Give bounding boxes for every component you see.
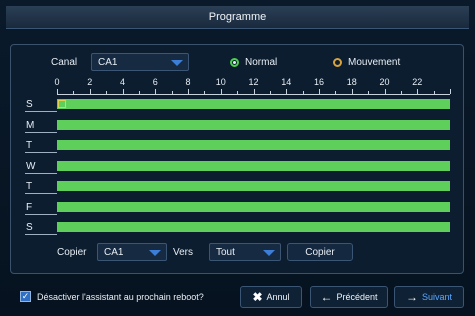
hour-axis: 0 2 4 6 8 10 12 14 16 18 20 22 — [11, 77, 463, 89]
channel-mode-row: Canal CA1 Normal Mouvement — [11, 53, 463, 73]
day-label: S — [26, 99, 33, 110]
motion-label: Mouvement — [348, 57, 401, 68]
copy-target-value: Tout — [216, 246, 235, 258]
hour-tick — [335, 91, 337, 94]
hour-label: 2 — [87, 77, 93, 87]
copy-button[interactable]: Copier — [287, 243, 353, 261]
hour-tick — [122, 89, 124, 94]
chevron-down-icon — [149, 250, 161, 256]
hour-label: 22 — [412, 77, 423, 87]
schedule-bar[interactable] — [57, 119, 450, 130]
hour-label: 0 — [54, 77, 60, 87]
disable-assistant-label: Désactiver l'assistant au prochain reboo… — [37, 292, 204, 302]
hour-tick — [269, 91, 271, 94]
day-separator — [25, 234, 57, 235]
hour-tick — [450, 89, 451, 94]
channel-select-value: CA1 — [98, 56, 118, 68]
hour-tick — [106, 91, 108, 94]
copy-label: Copier — [57, 247, 87, 258]
schedule-panel: Canal CA1 Normal Mouvement 0 2 4 6 8 10 12 14 16… — [10, 44, 464, 274]
day-label: T — [26, 181, 33, 192]
motion-radio[interactable] — [333, 58, 342, 67]
hour-label: 8 — [185, 77, 191, 87]
hour-label: 18 — [346, 77, 357, 87]
day-label: T — [26, 140, 33, 151]
hour-tick — [286, 89, 288, 94]
schedule-bar[interactable] — [57, 140, 450, 150]
hour-tick — [417, 89, 419, 94]
schedule-bar[interactable] — [57, 222, 450, 232]
arrow-left-icon: ← — [320, 290, 333, 304]
disable-assistant-checkbox[interactable]: ✓ — [20, 291, 31, 302]
hour-tick — [302, 91, 304, 94]
checkmark-icon: ✓ — [21, 291, 30, 301]
channel-label: Canal — [51, 57, 78, 68]
previous-button[interactable]: ← Précédent — [310, 286, 388, 308]
window-title: Programme — [208, 11, 267, 23]
hour-tick — [400, 91, 402, 94]
schedule-bar[interactable] — [57, 201, 450, 212]
day-separator — [25, 152, 57, 153]
hour-label: 16 — [313, 77, 325, 87]
day-label: S — [26, 222, 33, 233]
channel-select[interactable]: CA1 — [91, 53, 189, 71]
hour-tick — [57, 89, 58, 94]
hour-tick — [188, 89, 189, 94]
day-label: F — [26, 201, 33, 213]
hour-tick — [253, 89, 255, 94]
normal-label: Normal — [245, 57, 278, 68]
copy-to-label: Vers — [173, 247, 194, 258]
title-bar: Programme — [6, 6, 469, 29]
selected-cell-cursor — [58, 100, 66, 108]
copy-source-select[interactable]: CA1 — [97, 243, 167, 261]
day-separator — [25, 213, 57, 215]
hour-label: 20 — [379, 77, 390, 87]
copy-button-label: Copier — [305, 246, 335, 258]
hour-tick — [138, 91, 140, 94]
hour-tick — [237, 91, 239, 94]
hour-label: 14 — [281, 77, 292, 87]
hour-label: 10 — [215, 77, 226, 87]
previous-label: Précédent — [336, 292, 378, 302]
next-label: Suivant — [421, 292, 453, 302]
schedule-bar[interactable] — [57, 181, 450, 191]
next-button[interactable]: → Suivant — [394, 286, 464, 308]
cancel-button[interactable]: ✖ Annul — [240, 286, 302, 308]
footer-bar: ✓ Désactiver l'assistant au prochain reb… — [0, 282, 475, 310]
hour-tick — [220, 89, 222, 94]
hour-ticks — [57, 89, 451, 95]
schedule-bar[interactable] — [57, 99, 450, 109]
chevron-down-icon — [263, 250, 275, 256]
wizard-screen: Programme Canal CA1 Normal Mouvement 0 2 4… — [0, 0, 475, 316]
day-separator — [25, 193, 57, 194]
close-icon: ✖ — [252, 290, 263, 304]
copy-row: Copier CA1 Vers Tout Copier — [11, 243, 463, 263]
normal-radio[interactable] — [230, 58, 239, 67]
hour-tick — [89, 89, 91, 94]
hour-tick — [384, 89, 386, 94]
copy-source-value: CA1 — [104, 246, 124, 258]
day-label: W — [26, 160, 36, 172]
day-separator — [25, 111, 57, 112]
chevron-down-icon — [171, 60, 183, 66]
hour-tick — [155, 89, 157, 94]
arrow-right-icon: → — [405, 290, 418, 304]
cancel-label: Annul — [266, 292, 290, 302]
hour-tick — [351, 89, 353, 94]
day-separator — [25, 172, 57, 174]
hour-tick — [171, 91, 173, 94]
hour-label: 4 — [119, 77, 126, 87]
hour-tick — [319, 89, 320, 94]
hour-tick — [433, 91, 435, 94]
hour-tick — [204, 91, 206, 94]
hour-tick — [73, 91, 75, 94]
hour-label: 12 — [248, 77, 259, 87]
day-separator — [25, 131, 57, 133]
copy-target-select[interactable]: Tout — [209, 243, 281, 261]
schedule-bar[interactable] — [57, 160, 450, 171]
day-label: M — [26, 119, 35, 131]
hour-tick — [368, 91, 370, 94]
hour-label: 6 — [152, 77, 158, 87]
